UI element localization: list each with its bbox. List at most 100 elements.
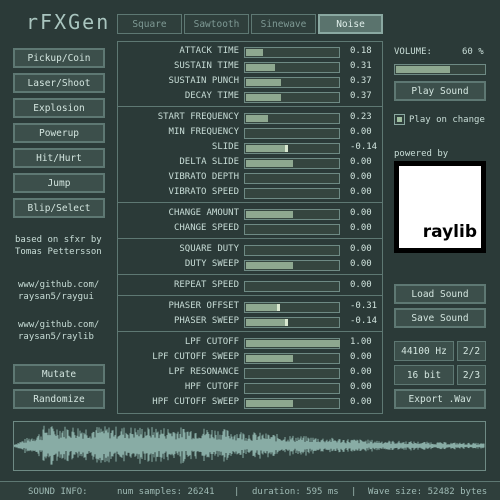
slider-value: 0.00: [350, 223, 372, 233]
slider-track[interactable]: [244, 317, 340, 328]
slider-knob[interactable]: [277, 304, 281, 311]
preset-powerup-button[interactable]: Powerup: [13, 123, 105, 143]
preset-explosion-button[interactable]: Explosion: [13, 98, 105, 118]
slider-label: HPF CUTOFF: [184, 382, 239, 392]
slider-track[interactable]: [244, 92, 340, 103]
status-separator-2: |: [351, 487, 357, 497]
raylib-logo-text: raylib: [422, 222, 477, 242]
sample-rate-toggle[interactable]: 2/2: [457, 341, 486, 361]
slider-label: VIBRATO DEPTH: [168, 172, 239, 182]
slider-track[interactable]: [244, 302, 340, 313]
slider-value: 0.18: [350, 46, 372, 56]
slider-track[interactable]: [244, 143, 340, 154]
slider-track[interactable]: [244, 281, 340, 292]
preset-blip-select-button[interactable]: Blip/Select: [13, 198, 105, 218]
slider-track[interactable]: [244, 338, 340, 349]
play-on-change-label: Play on change: [409, 115, 485, 125]
section-divider: [118, 202, 382, 203]
slider-label: PHASER OFFSET: [168, 301, 239, 311]
randomize-button[interactable]: Randomize: [13, 389, 105, 409]
slider-fill: [246, 340, 340, 347]
tab-square[interactable]: Square: [117, 14, 182, 34]
slider-knob[interactable]: [285, 145, 289, 152]
load-sound-button[interactable]: Load Sound: [394, 284, 486, 304]
slider-track[interactable]: [244, 368, 340, 379]
slider-track[interactable]: [244, 62, 340, 73]
slider-value: 0.00: [350, 259, 372, 269]
export-wav-button[interactable]: Export .Wav: [394, 389, 486, 409]
slider-label: CHANGE AMOUNT: [168, 208, 239, 218]
slider-label: CHANGE SPEED: [173, 223, 239, 233]
slider-fill: [246, 319, 287, 326]
slider-fill: [246, 49, 263, 56]
raylib-link-line1[interactable]: www/github.com/: [18, 320, 99, 330]
section-divider: [118, 295, 382, 296]
slider-label: MIN FREQUENCY: [168, 127, 239, 137]
slider-row-phaser-offset: PHASER OFFSET -0.31: [118, 301, 382, 314]
tab-sawtooth[interactable]: Sawtooth: [184, 14, 249, 34]
preset-jump-button[interactable]: Jump: [13, 173, 105, 193]
slider-track[interactable]: [244, 224, 340, 235]
slider-track[interactable]: [244, 245, 340, 256]
slider-row-change-amount: CHANGE AMOUNT 0.00: [118, 208, 382, 221]
tab-sinewave[interactable]: Sinewave: [251, 14, 316, 34]
slider-row-lpf-cutoff-sweep: LPF CUTOFF SWEEP 0.00: [118, 352, 382, 365]
slider-knob[interactable]: [285, 319, 289, 326]
slider-label: DECAY TIME: [184, 91, 239, 101]
raylib-link-line2[interactable]: raysan5/raylib: [18, 332, 94, 342]
slider-value: 0.00: [350, 244, 372, 254]
slider-track[interactable]: [244, 209, 340, 220]
slider-row-lpf-resonance: LPF RESONANCE 0.00: [118, 367, 382, 380]
play-sound-button[interactable]: Play Sound: [394, 81, 486, 101]
slider-fill: [246, 262, 293, 269]
slider-track[interactable]: [244, 353, 340, 364]
slider-value: 0.00: [350, 367, 372, 377]
slider-value: 0.00: [350, 352, 372, 362]
slider-row-repeat-speed: REPEAT SPEED 0.00: [118, 280, 382, 293]
slider-track[interactable]: [244, 173, 340, 184]
slider-track[interactable]: [244, 188, 340, 199]
tab-noise[interactable]: Noise: [318, 14, 383, 34]
slider-value: 0.00: [350, 187, 372, 197]
bit-depth-toggle[interactable]: 2/3: [457, 365, 486, 385]
app-title: rFXGen: [26, 10, 111, 34]
bit-depth-display: 16 bit: [394, 365, 454, 385]
slider-row-vibrato-depth: VIBRATO DEPTH 0.00: [118, 172, 382, 185]
slider-row-phaser-sweep: PHASER SWEEP -0.14: [118, 316, 382, 329]
slider-track[interactable]: [244, 47, 340, 58]
raylib-logo-inner: raylib: [399, 166, 481, 248]
slider-track[interactable]: [244, 383, 340, 394]
slider-row-vibrato-speed: VIBRATO SPEED 0.00: [118, 187, 382, 200]
preset-laser-shoot-button[interactable]: Laser/Shoot: [13, 73, 105, 93]
slider-label: LPF CUTOFF: [184, 337, 239, 347]
slider-track[interactable]: [244, 398, 340, 409]
section-divider: [118, 331, 382, 332]
preset-hit-hurt-button[interactable]: Hit/Hurt: [13, 148, 105, 168]
section-divider: [118, 106, 382, 107]
raygui-link-line2[interactable]: raysan5/raygui: [18, 292, 94, 302]
slider-track[interactable]: [244, 77, 340, 88]
slider-label: ATTACK TIME: [179, 46, 239, 56]
slider-row-square-duty: SQUARE DUTY 0.00: [118, 244, 382, 257]
raygui-link-line1[interactable]: www/github.com/: [18, 280, 99, 290]
slider-row-slide: SLIDE -0.14: [118, 142, 382, 155]
slider-track[interactable]: [244, 113, 340, 124]
volume-slider[interactable]: [394, 64, 486, 75]
play-on-change-checkbox[interactable]: [394, 114, 405, 125]
slider-row-lpf-cutoff: LPF CUTOFF 1.00: [118, 337, 382, 350]
slider-label: SUSTAIN TIME: [173, 61, 239, 71]
slider-value: -0.31: [350, 301, 378, 311]
save-sound-button[interactable]: Save Sound: [394, 308, 486, 328]
credit-line-2: Tomas Pettersson: [15, 247, 102, 257]
preset-pickup-coin-button[interactable]: Pickup/Coin: [13, 48, 105, 68]
slider-fill: [246, 304, 279, 311]
slider-track[interactable]: [244, 158, 340, 169]
slider-row-attack-time: ATTACK TIME 0.18: [118, 46, 382, 59]
checkbox-check-icon: [397, 117, 402, 122]
slider-label: REPEAT SPEED: [173, 280, 239, 290]
mutate-button[interactable]: Mutate: [13, 364, 105, 384]
credit-line-1: based on sfxr by: [15, 235, 102, 245]
slider-track[interactable]: [244, 128, 340, 139]
slider-track[interactable]: [244, 260, 340, 271]
slider-label: DELTA SLIDE: [179, 157, 239, 167]
